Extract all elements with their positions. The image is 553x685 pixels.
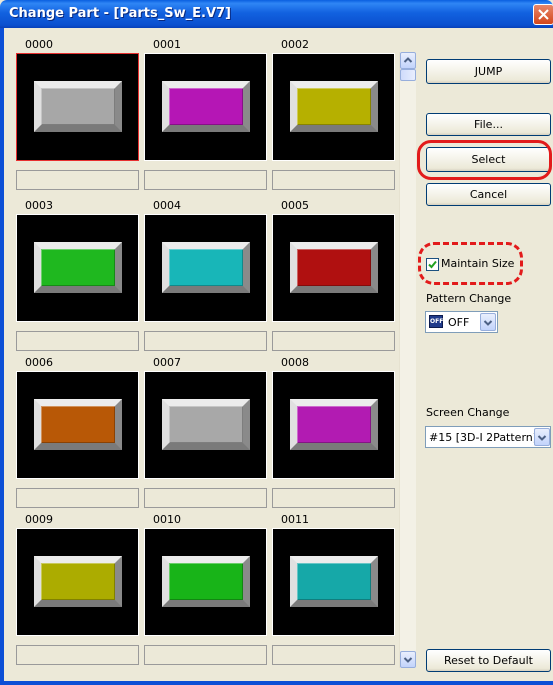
chevron-up-icon	[403, 57, 413, 63]
part-thumbnail[interactable]	[16, 214, 139, 322]
part-name-field[interactable]	[272, 645, 395, 665]
part-thumbnail[interactable]	[272, 214, 395, 322]
parts-grid: 0000 0001 0002 0003 0004 0005 0006 0007 0008 0009…	[9, 34, 400, 676]
part-id-label: 0001	[153, 38, 181, 51]
part-switch-preview	[34, 399, 122, 450]
cancel-button[interactable]: Cancel	[426, 183, 551, 206]
part-name-field[interactable]	[144, 170, 267, 190]
window-frame-bottom	[0, 681, 553, 685]
chevron-down-icon	[483, 320, 493, 326]
scroll-down-button[interactable]	[400, 651, 416, 668]
part-switch-preview	[290, 556, 378, 607]
pattern-change-arrow[interactable]	[480, 313, 496, 331]
part-switch-preview	[290, 81, 378, 132]
part-name-field[interactable]	[144, 488, 267, 508]
change-part-dialog: Change Part - [Parts_Sw_E.V7] 0000 0001 00…	[0, 0, 553, 685]
window-title: Change Part - [Parts_Sw_E.V7]	[9, 6, 231, 21]
part-switch-preview	[290, 399, 378, 450]
pattern-change-value: OFF	[448, 316, 470, 329]
part-id-label: 0008	[281, 356, 309, 369]
select-highlight-annotation	[417, 140, 552, 180]
part-id-label: 0003	[25, 199, 53, 212]
part-id-label: 0011	[281, 513, 309, 526]
part-id-label: 0002	[281, 38, 309, 51]
part-switch-preview	[34, 242, 122, 293]
part-thumbnail[interactable]	[16, 371, 139, 479]
scroll-thumb[interactable]	[400, 69, 416, 81]
part-name-field[interactable]	[16, 331, 139, 351]
vertical-scrollbar[interactable]	[399, 52, 416, 668]
part-thumbnail[interactable]	[144, 214, 267, 322]
part-id-label: 0009	[25, 513, 53, 526]
off-switch-icon: OFF	[429, 315, 443, 328]
part-id-label: 0000	[25, 38, 53, 51]
file-button[interactable]: File...	[426, 113, 551, 136]
part-switch-preview	[290, 242, 378, 293]
part-switch-preview	[34, 81, 122, 132]
part-switch-preview	[162, 242, 250, 293]
part-switch-preview	[162, 399, 250, 450]
part-name-field[interactable]	[272, 488, 395, 508]
screen-change-label: Screen Change	[426, 406, 510, 419]
part-switch-preview	[34, 556, 122, 607]
screen-change-arrow[interactable]	[534, 428, 550, 446]
part-thumbnail[interactable]	[272, 528, 395, 636]
chevron-down-icon	[537, 435, 547, 441]
part-switch-preview	[162, 556, 250, 607]
part-thumbnail[interactable]	[144, 53, 267, 161]
screen-change-dropdown[interactable]: #15 [3D-I 2Pattern]	[425, 426, 551, 448]
part-thumbnail[interactable]	[16, 53, 139, 161]
pattern-change-label: Pattern Change	[426, 292, 512, 305]
pattern-change-dropdown[interactable]: OFF OFF	[425, 311, 498, 333]
reset-to-default-button[interactable]: Reset to Default	[426, 649, 551, 672]
part-name-field[interactable]	[144, 645, 267, 665]
part-name-field[interactable]	[16, 170, 139, 190]
part-id-label: 0010	[153, 513, 181, 526]
chevron-down-icon	[403, 657, 413, 663]
maintain-size-highlight-annotation	[418, 242, 523, 285]
jump-button[interactable]: JUMP	[426, 59, 551, 84]
part-id-label: 0007	[153, 356, 181, 369]
part-name-field[interactable]	[16, 645, 139, 665]
part-id-label: 0005	[281, 199, 309, 212]
screen-change-value: #15 [3D-I 2Pattern]	[429, 431, 538, 444]
part-id-label: 0004	[153, 199, 181, 212]
close-button[interactable]	[533, 4, 553, 25]
part-name-field[interactable]	[16, 488, 139, 508]
part-name-field[interactable]	[144, 331, 267, 351]
part-name-field[interactable]	[272, 331, 395, 351]
window-frame-left	[0, 28, 4, 685]
part-switch-preview	[162, 81, 250, 132]
part-thumbnail[interactable]	[272, 53, 395, 161]
scroll-up-button[interactable]	[400, 52, 416, 69]
part-thumbnail[interactable]	[272, 371, 395, 479]
part-id-label: 0006	[25, 356, 53, 369]
part-thumbnail[interactable]	[144, 371, 267, 479]
part-thumbnail[interactable]	[16, 528, 139, 636]
part-thumbnail[interactable]	[144, 528, 267, 636]
title-bar[interactable]: Change Part - [Parts_Sw_E.V7]	[0, 0, 553, 28]
part-name-field[interactable]	[272, 170, 395, 190]
close-icon	[538, 9, 549, 20]
